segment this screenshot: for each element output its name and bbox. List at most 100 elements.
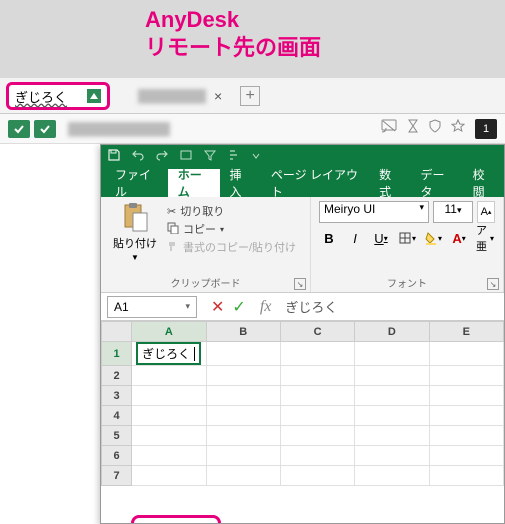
cell[interactable] xyxy=(206,342,280,366)
copy-button[interactable]: コピー▾ xyxy=(167,221,296,237)
tab-close-icon[interactable]: × xyxy=(214,88,222,104)
cell[interactable] xyxy=(206,426,280,446)
formula-enter-icon[interactable]: ✓ xyxy=(232,297,245,317)
hourglass-icon[interactable] xyxy=(407,119,419,138)
cell[interactable] xyxy=(429,446,503,466)
extension-button-2[interactable] xyxy=(34,120,56,138)
new-tab-button[interactable]: + xyxy=(240,86,260,106)
italic-button[interactable]: I xyxy=(345,227,365,249)
col-header[interactable]: D xyxy=(355,322,429,342)
cut-button[interactable]: ✂切り取り xyxy=(167,203,296,219)
cell[interactable] xyxy=(280,386,354,406)
cell[interactable] xyxy=(206,406,280,426)
cell[interactable] xyxy=(206,366,280,386)
cell[interactable] xyxy=(132,446,206,466)
bold-button[interactable]: B xyxy=(319,227,339,249)
cell[interactable] xyxy=(429,426,503,446)
border-button[interactable]: ▾ xyxy=(397,227,417,249)
star-icon[interactable] xyxy=(451,119,465,138)
cell[interactable] xyxy=(206,386,280,406)
row-header[interactable]: 2 xyxy=(102,366,132,386)
row-header[interactable]: 3 xyxy=(102,386,132,406)
cell[interactable] xyxy=(355,366,429,386)
cell[interactable] xyxy=(355,406,429,426)
cell[interactable] xyxy=(280,366,354,386)
cell[interactable] xyxy=(206,466,280,486)
tab-review[interactable]: 校閲 xyxy=(463,169,504,197)
cell[interactable] xyxy=(132,406,206,426)
cell[interactable] xyxy=(280,446,354,466)
cell[interactable] xyxy=(206,446,280,466)
tab-layout[interactable]: ページ レイアウト xyxy=(261,169,369,197)
col-header[interactable]: A xyxy=(132,322,206,342)
ribbon-tabs: ファイル ホーム 挿入 ページ レイアウト 数式 データ 校閲 xyxy=(101,169,504,197)
chevron-down-icon: ▼ xyxy=(131,253,139,262)
underline-button[interactable]: U▾ xyxy=(371,227,391,249)
formula-input[interactable]: ぎじろく xyxy=(277,297,504,316)
row-header[interactable]: 6 xyxy=(102,446,132,466)
fx-icon[interactable]: fx xyxy=(254,298,278,316)
cell[interactable] xyxy=(132,466,206,486)
tab-home[interactable]: ホーム xyxy=(168,169,220,197)
cell[interactable] xyxy=(429,342,503,366)
undo-icon[interactable] xyxy=(131,148,145,167)
name-box[interactable]: A1▾ xyxy=(107,296,197,318)
qat-sort-icon[interactable] xyxy=(227,148,241,167)
font-name-select[interactable]: Meiryo UI▾ xyxy=(319,201,429,223)
ime-app-icon xyxy=(87,89,101,103)
qat-dropdown-icon[interactable] xyxy=(251,148,261,166)
save-icon[interactable] xyxy=(107,148,121,167)
select-all-corner[interactable] xyxy=(102,322,132,342)
tab-insert[interactable]: 挿入 xyxy=(220,169,261,197)
cell[interactable] xyxy=(429,366,503,386)
cell[interactable] xyxy=(355,446,429,466)
ime-text: ぎじろく xyxy=(15,87,87,106)
cell[interactable] xyxy=(355,386,429,406)
browser-tab[interactable]: ████████ × xyxy=(120,82,232,110)
font-group-label: フォント xyxy=(311,275,503,290)
tab-formulas[interactable]: 数式 xyxy=(369,169,410,197)
col-header[interactable]: C xyxy=(280,322,354,342)
redo-icon[interactable] xyxy=(155,148,169,167)
cell[interactable] xyxy=(132,366,206,386)
cell[interactable] xyxy=(355,342,429,366)
extension-button-1[interactable] xyxy=(8,120,30,138)
cell-a1[interactable]: ぎじろく xyxy=(132,342,206,366)
row-header[interactable]: 1 xyxy=(102,342,132,366)
row-header[interactable]: 7 xyxy=(102,466,132,486)
cell[interactable] xyxy=(429,406,503,426)
qat-filter-icon[interactable] xyxy=(203,148,217,167)
fill-color-button[interactable]: ▾ xyxy=(423,227,443,249)
row-header[interactable]: 5 xyxy=(102,426,132,446)
cell[interactable] xyxy=(280,406,354,426)
clipboard-launcher[interactable]: ↘ xyxy=(294,278,306,290)
formula-bar: A1▾ ✕ ✓ fx ぎじろく xyxy=(101,293,504,321)
phonetic-button[interactable]: ア亜▾ xyxy=(475,227,495,249)
cell[interactable] xyxy=(280,342,354,366)
row-header[interactable]: 4 xyxy=(102,406,132,426)
cast-icon[interactable] xyxy=(381,119,397,138)
font-size-select[interactable]: 11▾ xyxy=(433,201,473,223)
cell[interactable] xyxy=(132,386,206,406)
font-launcher[interactable]: ↘ xyxy=(487,278,499,290)
cell[interactable] xyxy=(429,466,503,486)
formula-cancel-icon[interactable]: ✕ xyxy=(211,297,224,317)
cell[interactable] xyxy=(355,466,429,486)
tab-file[interactable]: ファイル xyxy=(105,169,168,197)
shield-icon[interactable] xyxy=(429,119,441,138)
format-painter-button[interactable]: 書式のコピー/貼り付け xyxy=(167,239,296,255)
grow-font-button[interactable]: A▴ xyxy=(477,201,495,223)
tab-counter[interactable]: 1 xyxy=(475,119,497,139)
font-color-button[interactable]: A▾ xyxy=(449,227,469,249)
tab-data[interactable]: データ xyxy=(411,169,463,197)
qat-icon[interactable] xyxy=(179,148,193,167)
col-header[interactable]: B xyxy=(206,322,280,342)
cell[interactable] xyxy=(132,426,206,446)
col-header[interactable]: E xyxy=(429,322,503,342)
cell[interactable] xyxy=(280,426,354,446)
cell[interactable] xyxy=(429,386,503,406)
worksheet[interactable]: A B C D E 1 ぎじろく 2 3 4 5 6 7 xyxy=(101,321,504,523)
clipboard-group-label: クリップボード xyxy=(101,275,310,290)
cell[interactable] xyxy=(355,426,429,446)
cell[interactable] xyxy=(280,466,354,486)
